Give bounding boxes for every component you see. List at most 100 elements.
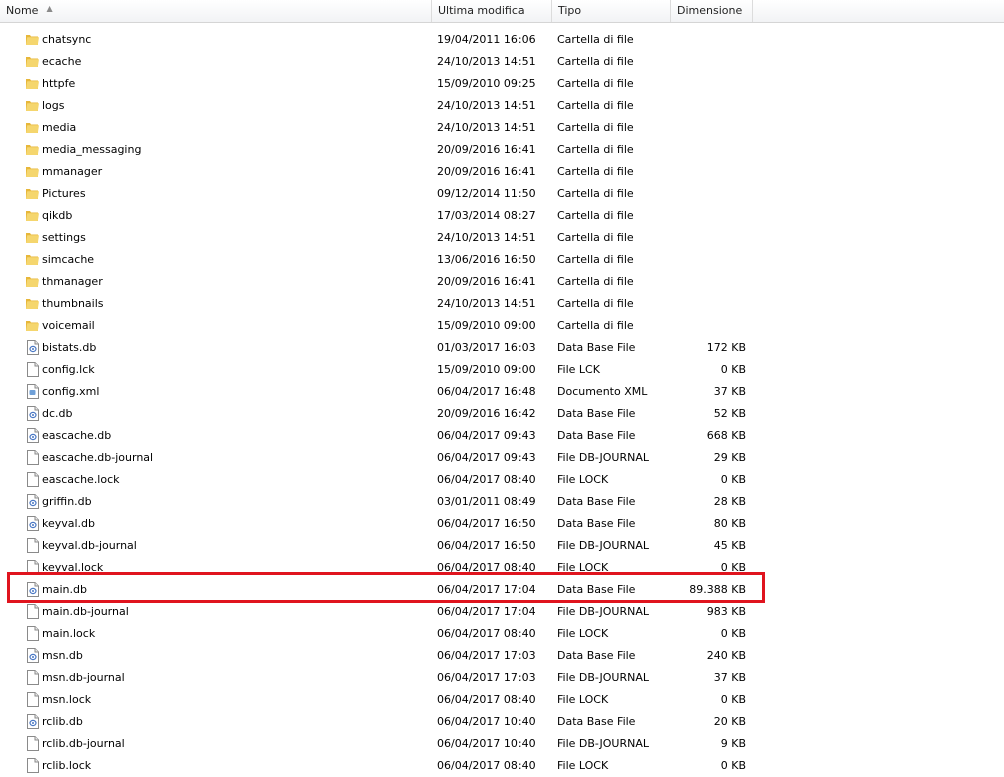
file-row[interactable]: voicemail 15/09/2010 09:00 Cartella di fil… <box>0 315 1004 337</box>
file-row[interactable]: httpfe 15/09/2010 09:25 Cartella di file <box>0 73 1004 95</box>
file-name: mmanager <box>42 165 103 178</box>
blank-file-icon <box>27 450 39 465</box>
file-type: Cartella di file <box>557 187 634 200</box>
file-row[interactable]: config.xml 06/04/2017 16:48 Documento XML 3… <box>0 381 1004 403</box>
blank-file-icon <box>27 758 39 773</box>
file-modified: 24/10/2013 14:51 <box>437 121 536 134</box>
file-type: Data Base File <box>557 583 636 596</box>
file-row[interactable]: griffin.db 03/01/2011 08:49 Data Base File… <box>0 491 1004 513</box>
file-row[interactable]: msn.lock 06/04/2017 08:40 File LOCK 0 KB <box>0 689 1004 711</box>
file-type: Cartella di file <box>557 209 634 222</box>
file-size: 9 KB <box>720 737 746 750</box>
file-type: File LOCK <box>557 473 609 486</box>
file-size: 37 KB <box>713 385 746 398</box>
file-type: Data Base File <box>557 407 636 420</box>
file-modified: 06/04/2017 16:48 <box>437 385 536 398</box>
file-row[interactable]: ecache 24/10/2013 14:51 Cartella di file <box>0 51 1004 73</box>
file-modified: 09/12/2014 11:50 <box>437 187 536 200</box>
file-row[interactable]: main.db-journal 06/04/2017 17:04 File DB-J… <box>0 601 1004 623</box>
database-file-icon <box>27 340 39 355</box>
database-file-icon <box>27 494 39 509</box>
blank-file-icon <box>27 736 39 751</box>
file-name: rclib.db-journal <box>42 737 125 750</box>
file-list: chatsync 19/04/2011 16:06 Cartella di file… <box>0 29 1004 777</box>
file-type: File DB-JOURNAL <box>557 451 649 464</box>
file-row[interactable]: simcache 13/06/2016 16:50 Cartella di file <box>0 249 1004 271</box>
column-header-modified[interactable]: Ultima modifica <box>432 0 552 22</box>
file-row[interactable]: eascache.lock 06/04/2017 08:40 File LOCK 0 … <box>0 469 1004 491</box>
file-row[interactable]: dc.db 20/09/2016 16:42 Data Base File 52 KB <box>0 403 1004 425</box>
file-name: thmanager <box>42 275 103 288</box>
folder-icon <box>25 274 40 289</box>
file-type: File DB-JOURNAL <box>557 671 649 684</box>
file-row[interactable]: keyval.db-journal 06/04/2017 16:50 File DB… <box>0 535 1004 557</box>
file-name: dc.db <box>42 407 73 420</box>
file-size <box>672 183 746 205</box>
file-row[interactable]: rclib.db-journal 06/04/2017 10:40 File DB-… <box>0 733 1004 755</box>
file-name: keyval.db-journal <box>42 539 137 552</box>
file-name: rclib.db <box>42 715 83 728</box>
column-header-name[interactable]: Nome ▲ <box>0 0 432 22</box>
file-size: 668 KB <box>706 429 746 442</box>
file-name: logs <box>42 99 65 112</box>
file-name: media_messaging <box>42 143 142 156</box>
file-row[interactable]: main.db 06/04/2017 17:04 Data Base File 89.… <box>0 579 1004 601</box>
file-size <box>672 227 746 249</box>
file-name: media <box>42 121 77 134</box>
file-size: 28 KB <box>713 495 746 508</box>
file-size: 0 KB <box>720 473 746 486</box>
file-type: Cartella di file <box>557 231 634 244</box>
file-row[interactable]: main.lock 06/04/2017 08:40 File LOCK 0 KB <box>0 623 1004 645</box>
file-name: config.xml <box>42 385 100 398</box>
file-type: Data Base File <box>557 341 636 354</box>
file-row[interactable]: settings 24/10/2013 14:51 Cartella di file <box>0 227 1004 249</box>
file-row[interactable]: Pictures 09/12/2014 11:50 Cartella di file <box>0 183 1004 205</box>
file-type: Cartella di file <box>557 297 634 310</box>
file-row[interactable]: thumbnails 24/10/2013 14:51 Cartella di fi… <box>0 293 1004 315</box>
file-row[interactable]: keyval.lock 06/04/2017 08:40 File LOCK 0 KB <box>0 557 1004 579</box>
file-size <box>672 139 746 161</box>
database-file-icon <box>27 516 39 531</box>
file-name: eascache.db-journal <box>42 451 154 464</box>
file-row[interactable]: thmanager 20/09/2016 16:41 Cartella di fil… <box>0 271 1004 293</box>
column-header-size[interactable]: Dimensione <box>671 0 753 22</box>
file-row[interactable]: msn.db-journal 06/04/2017 17:03 File DB-JO… <box>0 667 1004 689</box>
file-row[interactable]: eascache.db-journal 06/04/2017 09:43 File … <box>0 447 1004 469</box>
file-row[interactable]: qikdb 17/03/2014 08:27 Cartella di file <box>0 205 1004 227</box>
file-size <box>672 249 746 271</box>
blank-file-icon <box>27 604 39 619</box>
file-size: 0 KB <box>720 363 746 376</box>
blank-file-icon <box>27 472 39 487</box>
file-row[interactable]: bistats.db 01/03/2017 16:03 Data Base File… <box>0 337 1004 359</box>
file-size: 240 KB <box>706 649 746 662</box>
file-row[interactable]: msn.db 06/04/2017 17:03 Data Base File 240 … <box>0 645 1004 667</box>
blank-file-icon <box>27 692 39 707</box>
file-row[interactable]: config.lck 15/09/2010 09:00 File LCK 0 KB <box>0 359 1004 381</box>
file-name: main.db-journal <box>42 605 129 618</box>
file-row[interactable]: media_messaging 20/09/2016 16:41 Cartella … <box>0 139 1004 161</box>
file-modified: 06/04/2017 17:04 <box>437 583 536 596</box>
file-type: Cartella di file <box>557 55 634 68</box>
file-row[interactable]: chatsync 19/04/2011 16:06 Cartella di file <box>0 29 1004 51</box>
file-row[interactable]: logs 24/10/2013 14:51 Cartella di file <box>0 95 1004 117</box>
file-row[interactable]: mmanager 20/09/2016 16:41 Cartella di file <box>0 161 1004 183</box>
file-modified: 20/09/2016 16:41 <box>437 275 536 288</box>
file-size <box>672 315 746 337</box>
file-name: msn.db-journal <box>42 671 125 684</box>
file-row[interactable]: rclib.db 06/04/2017 10:40 Data Base File 20… <box>0 711 1004 733</box>
database-file-icon <box>27 648 39 663</box>
file-modified: 24/10/2013 14:51 <box>437 231 536 244</box>
file-row[interactable]: media 24/10/2013 14:51 Cartella di file <box>0 117 1004 139</box>
file-size: 89.388 KB <box>689 583 746 596</box>
folder-icon <box>25 252 40 267</box>
file-type: Documento XML <box>557 385 648 398</box>
file-modified: 20/09/2016 16:41 <box>437 143 536 156</box>
file-size: 37 KB <box>713 671 746 684</box>
file-row[interactable]: eascache.db 06/04/2017 09:43 Data Base Fil… <box>0 425 1004 447</box>
file-modified: 06/04/2017 08:40 <box>437 627 536 640</box>
file-row[interactable]: keyval.db 06/04/2017 16:50 Data Base File 8… <box>0 513 1004 535</box>
folder-icon <box>25 54 40 69</box>
file-modified: 24/10/2013 14:51 <box>437 297 536 310</box>
column-header-type[interactable]: Tipo <box>552 0 671 22</box>
folder-icon <box>25 98 40 113</box>
